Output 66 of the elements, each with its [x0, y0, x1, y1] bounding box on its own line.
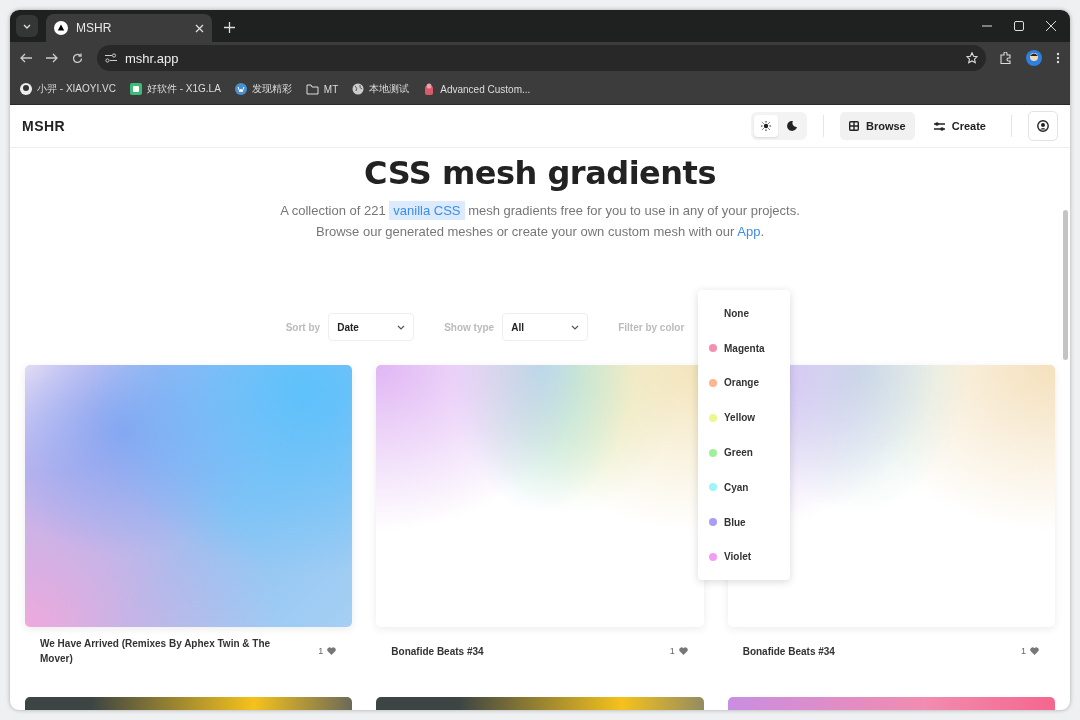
- type-label: Show type: [444, 321, 495, 333]
- nav-button[interactable]: Browse: [840, 112, 915, 140]
- wordpress-icon: [234, 83, 247, 95]
- moon-icon: [787, 121, 797, 131]
- extensions-icon[interactable]: [1000, 52, 1012, 64]
- app-icon: [129, 83, 142, 95]
- chevron-down-icon: [397, 324, 406, 330]
- scrollbar[interactable]: [1063, 210, 1068, 360]
- color-option[interactable]: None: [698, 296, 790, 331]
- account-button[interactable]: [1028, 111, 1058, 141]
- sliders-icon: [933, 121, 945, 131]
- profile-avatar-icon[interactable]: [1026, 50, 1042, 66]
- gradient-title[interactable]: Bonafide Beats #34: [742, 643, 993, 659]
- menu-icon[interactable]: [1056, 52, 1060, 64]
- page-title: CSS mesh gradients: [363, 154, 717, 192]
- browser-tab[interactable]: MSHR: [46, 14, 212, 42]
- description-text: A collection of 221 vanilla CSS mesh gradients free for you to use in any of your projects. Browse our generated meshes or create your own custom mesh with our App.: [279, 200, 801, 241]
- user-icon: [1037, 120, 1049, 132]
- color-option[interactable]: Violet: [698, 539, 790, 575]
- bookmark[interactable]: 发现精彩: [234, 82, 292, 96]
- app-icon: [423, 83, 436, 95]
- nav-button[interactable]: Create: [924, 112, 995, 140]
- theme-button[interactable]: [754, 115, 778, 137]
- globe-icon: [352, 83, 365, 95]
- close-icon[interactable]: [1046, 21, 1056, 31]
- avatar-icon: [20, 83, 32, 95]
- bookmark[interactable]: MT: [305, 83, 339, 95]
- reload-icon[interactable]: [72, 52, 83, 64]
- color-option[interactable]: Yellow: [698, 400, 790, 436]
- gradient-title[interactable]: We Have Arrived (Remixes By Aphex Twin & The Mover): [40, 636, 290, 666]
- color-option[interactable]: Magenta: [698, 330, 790, 366]
- site-logo[interactable]: MSHR: [22, 118, 741, 134]
- heart-icon: [327, 647, 337, 655]
- like-count[interactable]: 1: [1021, 646, 1039, 656]
- folder-icon: [305, 83, 319, 95]
- bookmark[interactable]: 小羿 - XIAOYI.VC: [20, 82, 116, 96]
- triangle-logo-icon: [54, 21, 68, 35]
- close-icon[interactable]: [195, 23, 204, 33]
- type-select[interactable]: All: [502, 313, 589, 341]
- bookmark[interactable]: 本地测试: [352, 82, 410, 96]
- chevron-down-icon: [23, 23, 31, 29]
- forward-icon[interactable]: [46, 53, 58, 63]
- grid-icon: [849, 121, 859, 131]
- site-settings-icon: [105, 53, 117, 63]
- heart-icon: [678, 647, 688, 655]
- back-icon[interactable]: [20, 53, 32, 63]
- chevron-down-icon: [571, 324, 580, 330]
- heart-icon: [1030, 647, 1039, 655]
- tab-search-button[interactable]: [16, 15, 38, 37]
- maximize-icon[interactable]: [1014, 21, 1024, 31]
- bookmark[interactable]: Advanced Custom...: [423, 83, 531, 95]
- gradient-title[interactable]: Bonafide Beats #34: [391, 643, 642, 659]
- color-option[interactable]: Orange: [698, 365, 790, 401]
- star-icon[interactable]: [966, 52, 978, 64]
- color-option[interactable]: Cyan: [698, 470, 790, 505]
- color-option[interactable]: Blue: [698, 504, 790, 540]
- new-tab-icon[interactable]: [224, 22, 235, 33]
- color-option[interactable]: Green: [698, 435, 790, 470]
- sort-select[interactable]: Date: [328, 313, 415, 341]
- like-count[interactable]: 1: [669, 646, 688, 656]
- bookmark[interactable]: 好软件 - X1G.LA: [129, 82, 221, 96]
- address-bar[interactable]: mshr.app: [97, 45, 986, 71]
- color-filter-label: Filter by color: [618, 321, 685, 333]
- sort-label: Sort by: [285, 321, 321, 333]
- sun-icon: [761, 121, 771, 131]
- like-count[interactable]: 1: [318, 646, 337, 656]
